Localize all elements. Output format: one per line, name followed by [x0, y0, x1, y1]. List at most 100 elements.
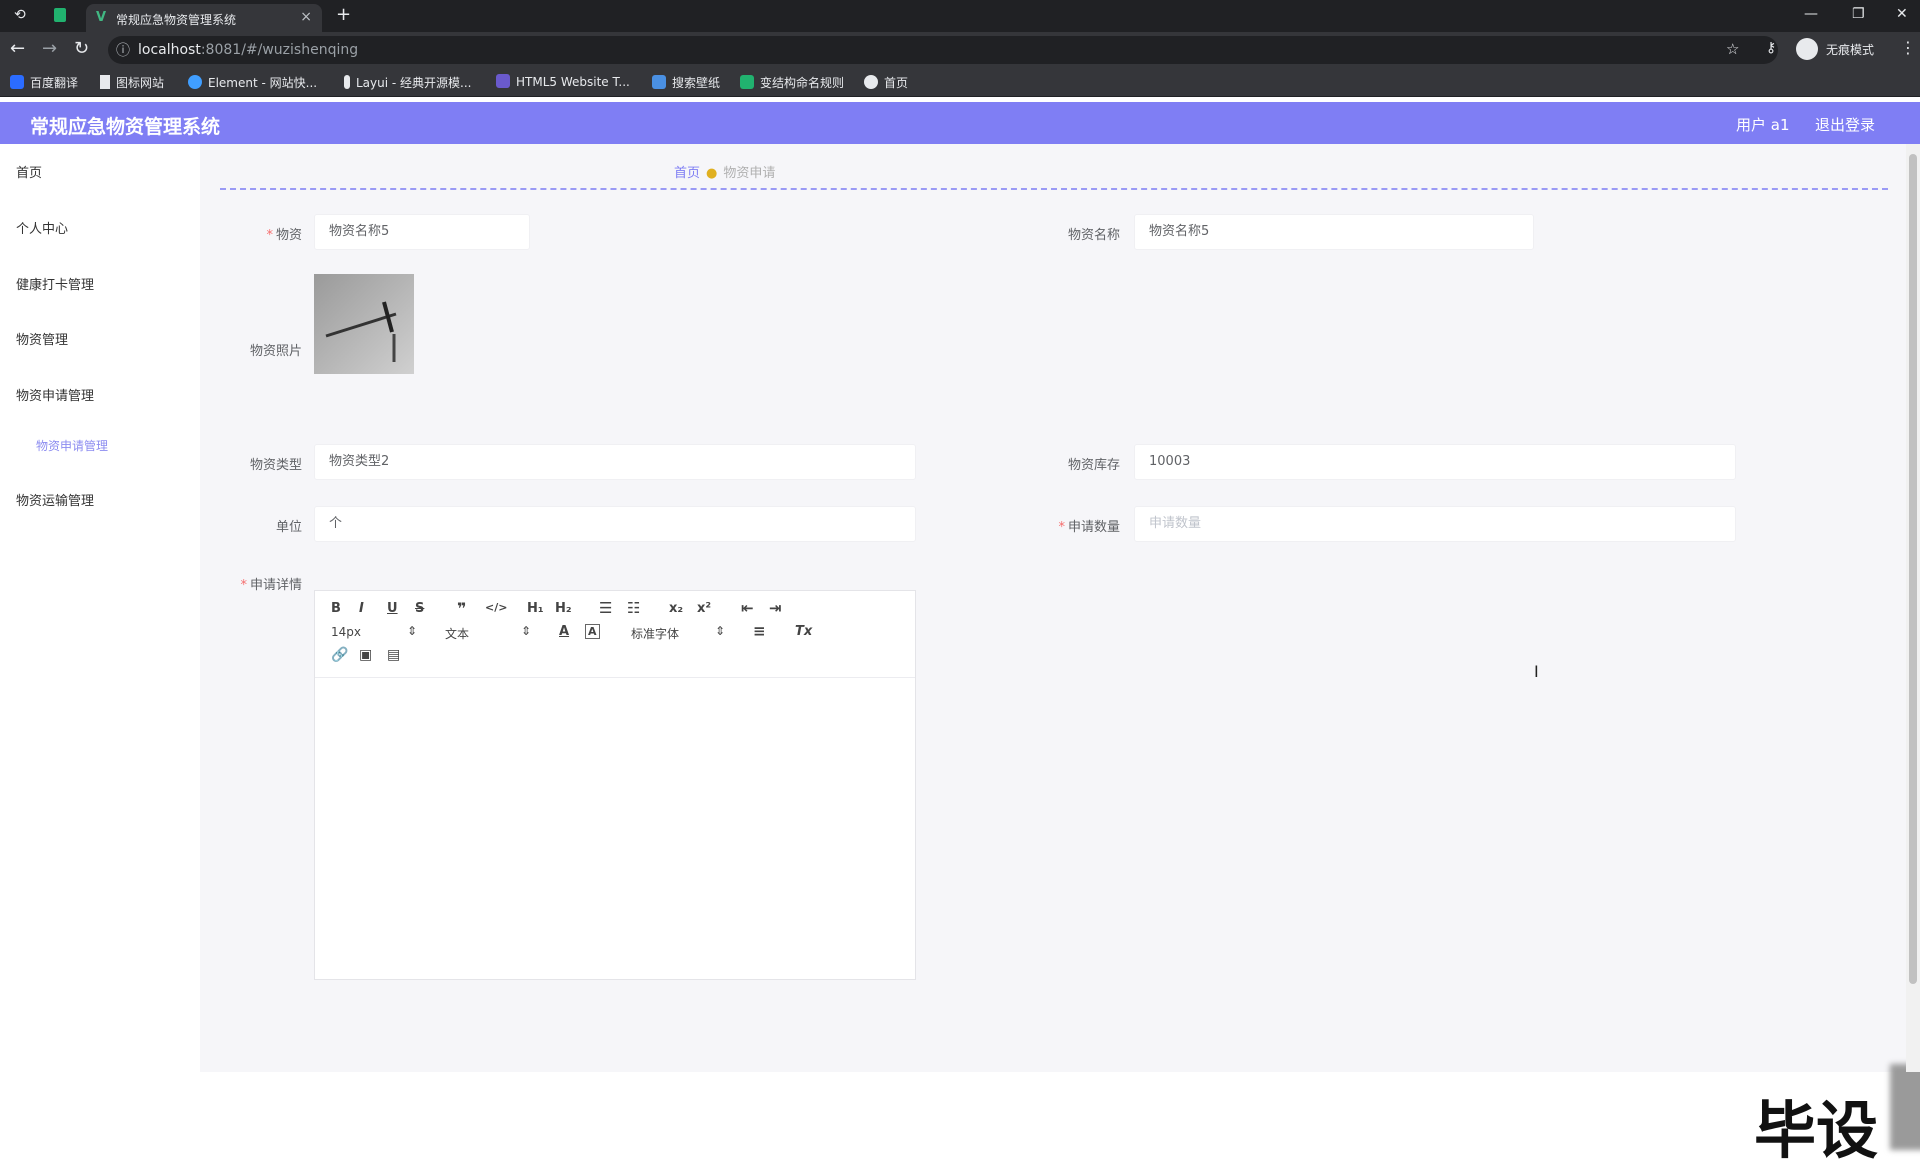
flag-icon [100, 75, 110, 89]
sidebar: 首页 个人中心 健康打卡管理 物资管理 物资申请管理 物资申请管理 物资运输管理 [0, 144, 200, 1072]
material-photo-image [314, 274, 414, 374]
font-family-arrow-icon: ⇕ [715, 624, 726, 638]
bookmark-star-icon[interactable]: ☆ [1726, 40, 1739, 58]
strike-icon[interactable]: S [415, 601, 424, 616]
breadcrumb-home[interactable]: 首页 [674, 166, 700, 181]
key-icon[interactable]: ⚷ [1766, 40, 1776, 56]
bullet-list-icon[interactable]: ☷ [627, 599, 640, 617]
unit-label: 单位 [275, 520, 302, 535]
sidebar-subitem-material-apply[interactable]: 物资申请管理 [36, 437, 108, 454]
material-type-field[interactable]: 物资类型2 [314, 444, 916, 480]
image-icon[interactable]: ▣ [359, 647, 372, 663]
bookmarks-bar: 百度翻译 图标网站 Element - 网站快... Layui - 经典开源模… [0, 68, 1920, 97]
pinned-tab-icon[interactable] [54, 8, 66, 22]
material-stock-field[interactable]: 10003 [1134, 444, 1736, 480]
heading-arrow-icon: ⇕ [521, 624, 532, 638]
bookmark-item[interactable]: 百度翻译 [10, 74, 78, 91]
wuzi-label: * 物资 [266, 228, 302, 243]
reload-icon[interactable]: ↻ [74, 38, 89, 59]
material-name-label: 物资名称 [1067, 228, 1120, 243]
bookmark-item[interactable]: 变结构命名规则 [740, 74, 844, 91]
browser-menu-icon[interactable]: ⟲ [14, 7, 26, 23]
wallpaper-icon [652, 75, 666, 89]
indent-icon[interactable]: ⇥ [769, 599, 782, 617]
clear-format-icon[interactable]: Tx [795, 624, 812, 639]
bookmark-item[interactable]: Layui - 经典开源模... [344, 74, 471, 91]
bookmark-item[interactable]: HTML5 Website T... [496, 74, 630, 89]
scrollbar-thumb[interactable] [1909, 154, 1917, 984]
browser-tab-strip: ⟲ V 常规应急物资管理系统 × + — ❐ ✕ [0, 0, 1920, 32]
site-info-icon[interactable]: ⓘ [116, 40, 130, 60]
tab-title: 常规应急物资管理系统 [116, 13, 237, 27]
apply-quantity-label: * 申请数量 [1058, 520, 1120, 535]
naming-rules-icon [740, 75, 754, 89]
translate-icon [10, 75, 24, 89]
material-photo-label: 物资照片 [249, 344, 302, 359]
app-title: 常规应急物资管理系统 [30, 116, 221, 138]
unit-field[interactable]: 个 [314, 506, 916, 542]
bookmark-item[interactable]: 首页 [864, 74, 908, 91]
material-type-label: 物资类型 [249, 458, 302, 473]
font-family-select[interactable]: 标准字体 [631, 625, 679, 642]
editor-body[interactable] [315, 678, 915, 978]
ordered-list-icon[interactable]: ☰ [599, 599, 612, 617]
code-block-icon[interactable]: </> [485, 601, 507, 614]
sidebar-item-personal-center[interactable]: 个人中心 [16, 218, 68, 237]
url-input[interactable]: ⓘ localhost:8081/#/wuzishenqing [108, 36, 1778, 64]
wuzi-select[interactable]: 物资名称5 [314, 214, 530, 250]
globe-icon [864, 75, 878, 89]
back-icon[interactable]: ← [10, 38, 25, 59]
font-color-icon[interactable]: A [559, 624, 569, 639]
bookmark-item[interactable]: 搜索壁纸 [652, 74, 720, 91]
tab-close-icon[interactable]: × [300, 9, 312, 25]
restore-icon[interactable]: ❐ [1852, 6, 1865, 22]
close-window-icon[interactable]: ✕ [1896, 6, 1908, 22]
underline-icon[interactable]: U [387, 601, 398, 616]
apply-detail-label: * 申请详情 [240, 578, 302, 593]
font-size-select[interactable]: 14px [331, 625, 361, 639]
active-tab[interactable]: V 常规应急物资管理系统 × [86, 4, 322, 32]
rich-text-editor: B I U S ❞ </> H₁ H₂ ☰ ☷ x₂ x² ⇤ ⇥ 14px ⇕… [314, 590, 916, 980]
h2-icon[interactable]: H₂ [555, 601, 572, 616]
material-name-field[interactable]: 物资名称5 [1134, 214, 1534, 250]
user-label: 用户 a1 [1736, 116, 1790, 134]
breadcrumb-separator-icon: ● [706, 166, 718, 181]
page-scrollbar[interactable] [1906, 144, 1920, 1072]
background-color-icon[interactable]: A [585, 624, 600, 639]
apply-quantity-input[interactable]: 申请数量 [1134, 506, 1736, 542]
text-cursor-icon: I [1534, 662, 1539, 681]
incognito-avatar-icon[interactable] [1796, 38, 1818, 60]
sidebar-item-health-checkin[interactable]: 健康打卡管理 [16, 274, 94, 293]
material-stock-label: 物资库存 [1067, 458, 1120, 473]
logout-link[interactable]: 退出登录 [1815, 114, 1875, 135]
incognito-label: 无痕模式 [1826, 43, 1875, 57]
bold-icon[interactable]: B [331, 601, 341, 616]
heading-select[interactable]: 文本 [445, 625, 469, 642]
link-icon[interactable]: 🔗 [331, 647, 348, 663]
vue-favicon-icon: V [96, 10, 107, 25]
outdent-icon[interactable]: ⇤ [741, 599, 754, 617]
font-size-arrow-icon: ⇕ [407, 624, 418, 638]
minimize-icon[interactable]: — [1804, 6, 1818, 22]
url-text: localhost:8081/#/wuzishenqing [138, 42, 359, 58]
subscript-icon[interactable]: x₂ [669, 601, 683, 616]
blurred-watermark [1890, 1064, 1920, 1150]
align-icon[interactable]: ≡ [753, 622, 766, 640]
blockquote-icon[interactable]: ❞ [457, 599, 466, 618]
video-icon[interactable]: ▤ [387, 647, 400, 663]
italic-icon[interactable]: I [359, 601, 364, 616]
h1-icon[interactable]: H₁ [527, 601, 544, 616]
breadcrumb-current: 物资申请 [723, 166, 776, 181]
layui-icon [344, 75, 350, 89]
sidebar-item-material[interactable]: 物资管理 [16, 329, 68, 348]
bookmark-item[interactable]: Element - 网站快... [188, 74, 317, 91]
sword-icon [325, 301, 397, 362]
bookmark-item[interactable]: 图标网站 [100, 74, 164, 91]
browser-more-icon[interactable]: ⋮ [1900, 38, 1916, 57]
sidebar-item-home[interactable]: 首页 [16, 162, 42, 181]
sidebar-item-material-transport[interactable]: 物资运输管理 [16, 490, 94, 509]
superscript-icon[interactable]: x² [697, 601, 711, 616]
sidebar-item-material-apply[interactable]: 物资申请管理 [16, 385, 94, 404]
new-tab-button[interactable]: + [336, 4, 351, 25]
forward-icon[interactable]: → [42, 38, 57, 59]
